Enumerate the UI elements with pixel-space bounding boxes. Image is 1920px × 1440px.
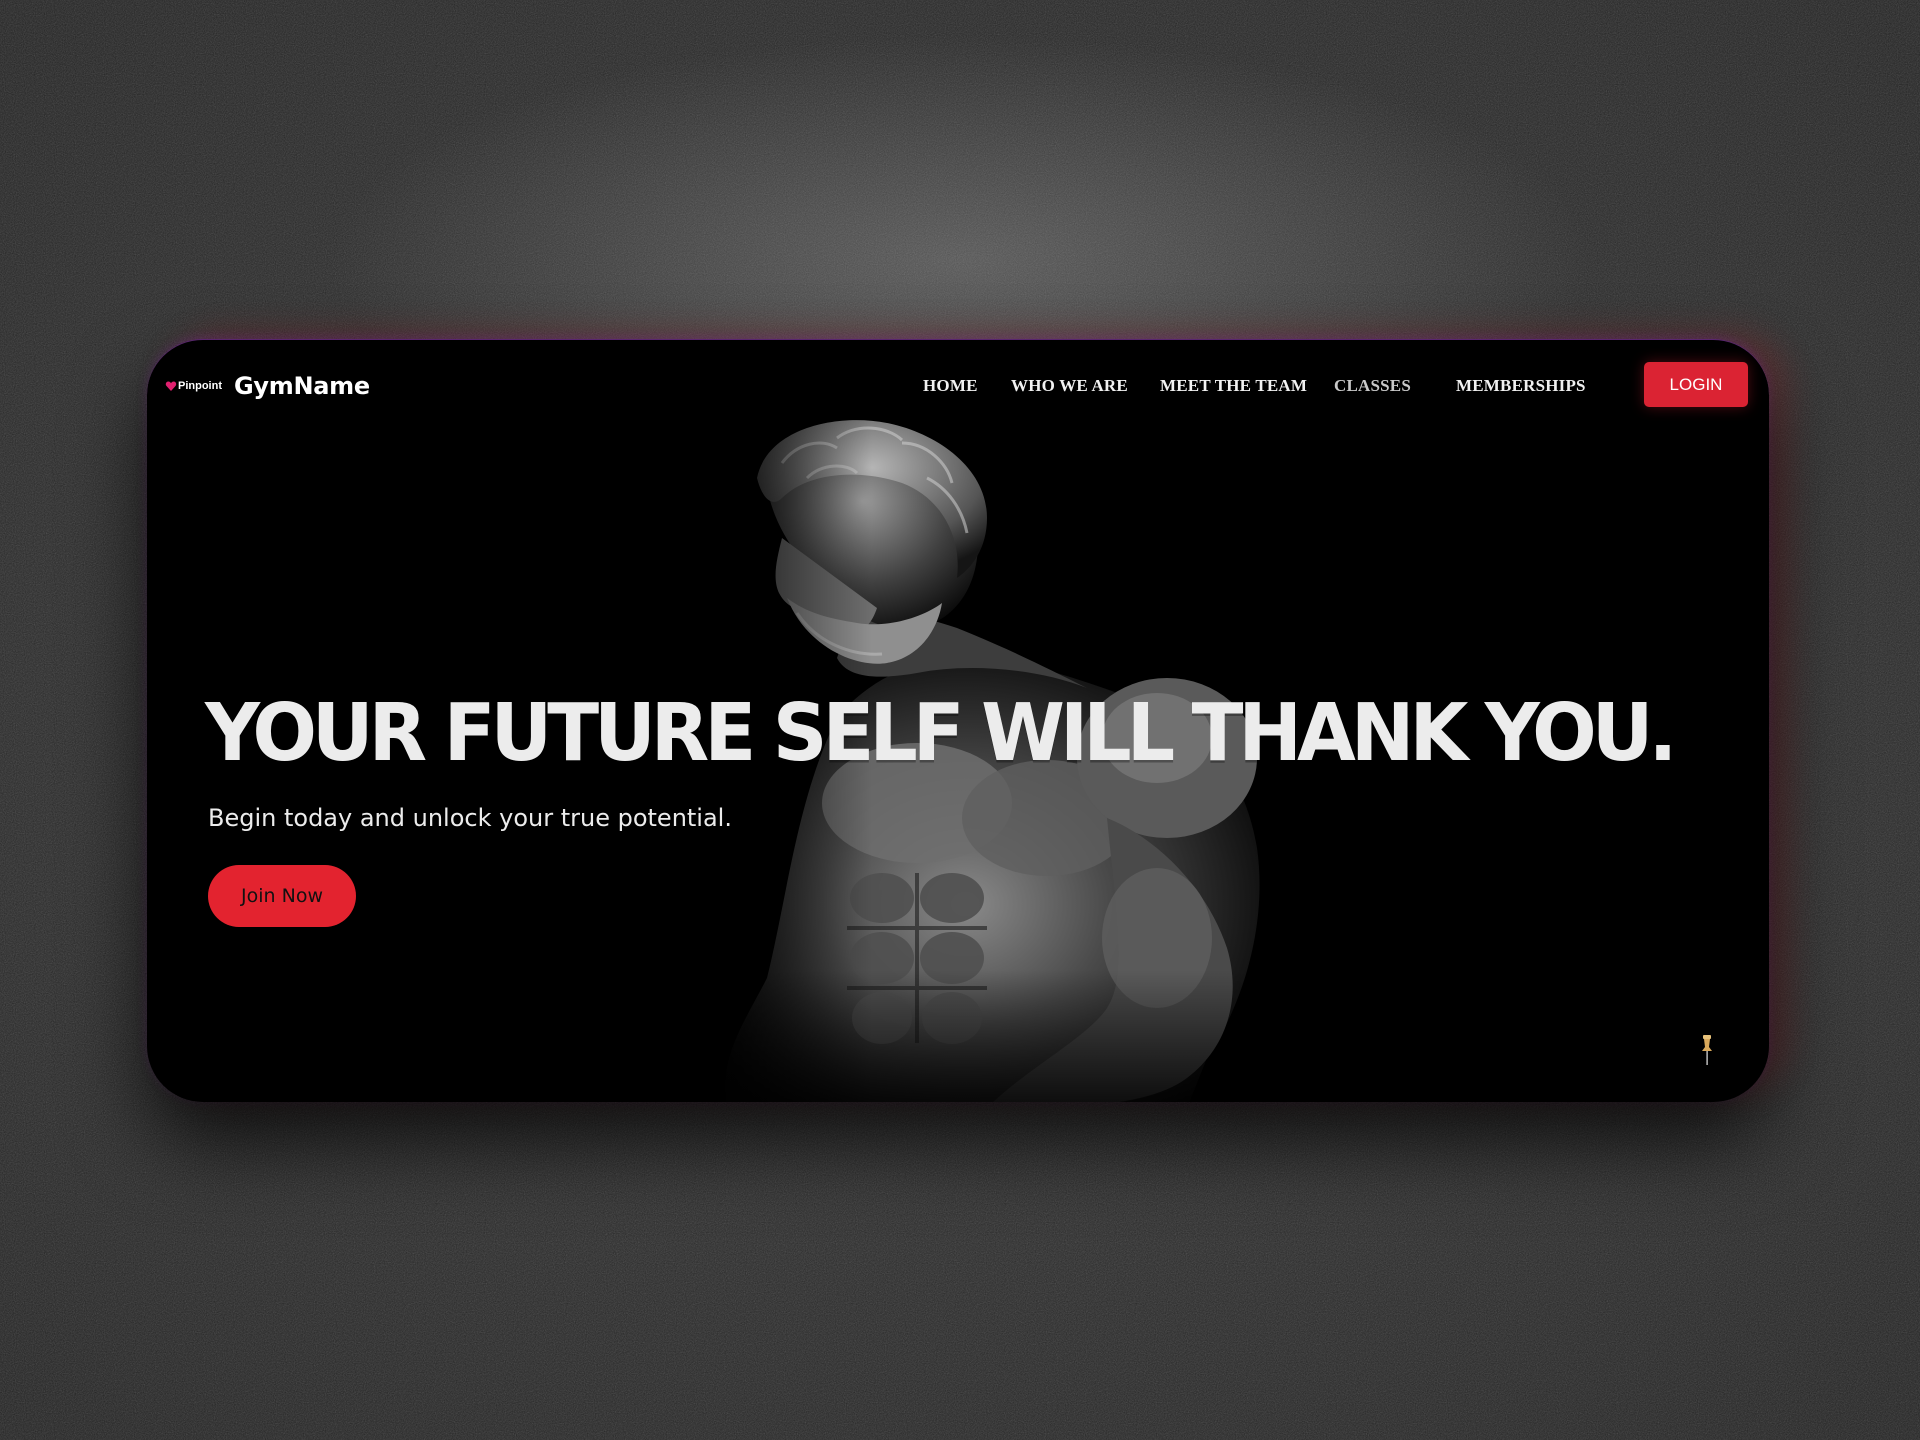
brand-logo[interactable]: Pinpoint GymName	[165, 372, 370, 400]
brand-mark-label: Pinpoint	[178, 380, 222, 392]
nav-classes[interactable]: CLASSES	[1334, 376, 1411, 396]
website-screen: Pinpoint GymName HOME WHO WE ARE MEET TH…	[147, 339, 1769, 1102]
hero-headline: YOUR FUTURE SELF WILL THANK YOU.	[205, 685, 1677, 780]
top-navigation: Pinpoint GymName HOME WHO WE ARE MEET TH…	[147, 340, 1769, 430]
nav-home[interactable]: HOME	[923, 376, 978, 396]
hero-subheadline: Begin today and unlock your true potenti…	[208, 804, 732, 832]
heart-pin-icon	[165, 380, 177, 392]
join-now-button[interactable]: Join Now	[208, 865, 356, 927]
brand-name: GymName	[234, 372, 370, 400]
pushpin-icon	[1698, 1033, 1716, 1069]
brand-mark: Pinpoint	[165, 380, 222, 392]
login-button[interactable]: LOGIN	[1644, 362, 1748, 407]
nav-meet-the-team[interactable]: MEET THE TEAM	[1160, 376, 1307, 396]
nav-memberships[interactable]: MEMBERSHIPS	[1456, 376, 1586, 396]
nav-who-we-are[interactable]: WHO WE ARE	[1011, 376, 1128, 396]
